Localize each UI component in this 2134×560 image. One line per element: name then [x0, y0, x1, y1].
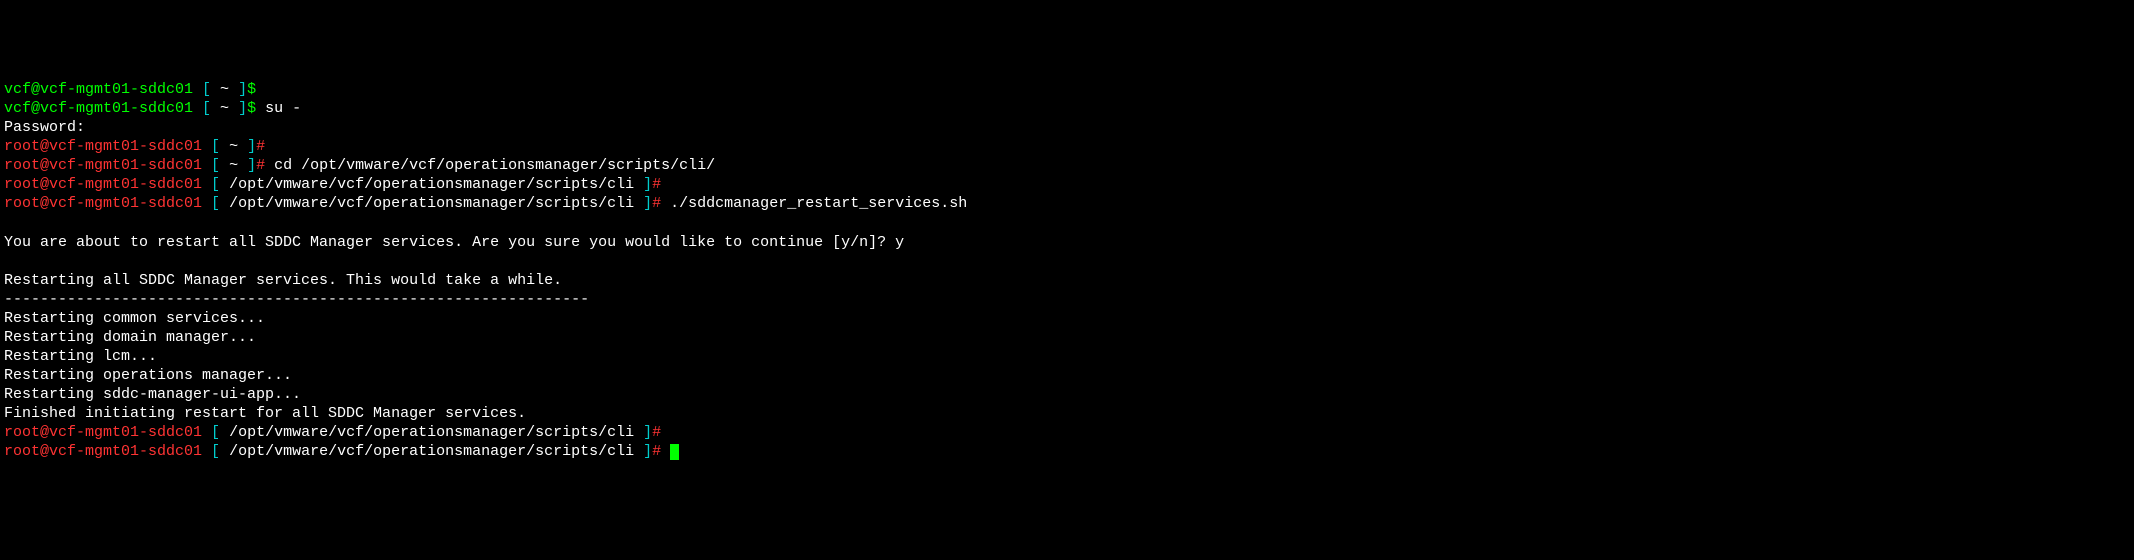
prompt-path: ~	[229, 157, 238, 174]
prompt-bracket: [	[202, 195, 229, 212]
prompt-bracket: [	[193, 100, 220, 117]
prompt-bracket: ]	[238, 157, 256, 174]
prompt-path: /opt/vmware/vcf/operationsmanager/script…	[229, 176, 634, 193]
prompt-bracket: ]	[229, 81, 247, 98]
prompt-symbol: #	[652, 195, 670, 212]
output-line: Restarting domain manager...	[4, 329, 256, 346]
prompt-bracket: [	[202, 443, 229, 460]
prompt-path: ~	[220, 81, 229, 98]
prompt-bracket: [	[202, 424, 229, 441]
prompt-user: root@vcf-mgmt01-sddc01	[4, 138, 202, 155]
prompt-symbol: #	[652, 443, 670, 460]
prompt-symbol: #	[256, 157, 274, 174]
prompt-bracket: ]	[634, 176, 652, 193]
output-line: Restarting all SDDC Manager services. Th…	[4, 272, 562, 289]
prompt-user: vcf@vcf-mgmt01-sddc01	[4, 81, 193, 98]
prompt-bracket: ]	[634, 424, 652, 441]
prompt-path: /opt/vmware/vcf/operationsmanager/script…	[229, 424, 634, 441]
output-line: Restarting sddc-manager-ui-app...	[4, 386, 301, 403]
prompt-path: ~	[220, 100, 229, 117]
terminal-output[interactable]: vcf@vcf-mgmt01-sddc01 [ ~ ]$ vcf@vcf-mgm…	[4, 80, 2130, 461]
output-line: Password:	[4, 119, 85, 136]
prompt-user: root@vcf-mgmt01-sddc01	[4, 176, 202, 193]
prompt-path: /opt/vmware/vcf/operationsmanager/script…	[229, 195, 634, 212]
prompt-bracket: [	[202, 138, 229, 155]
output-line: ----------------------------------------…	[4, 291, 589, 308]
output-line: Restarting common services...	[4, 310, 265, 327]
prompt-bracket: ]	[634, 195, 652, 212]
prompt-bracket: [	[202, 157, 229, 174]
prompt-bracket: ]	[229, 100, 247, 117]
prompt-symbol: #	[256, 138, 265, 155]
prompt-path: /opt/vmware/vcf/operationsmanager/script…	[229, 443, 634, 460]
prompt-user: root@vcf-mgmt01-sddc01	[4, 424, 202, 441]
output-line: Finished initiating restart for all SDDC…	[4, 405, 526, 422]
prompt-bracket: [	[202, 176, 229, 193]
command-text: cd /opt/vmware/vcf/operationsmanager/scr…	[274, 157, 715, 174]
output-line: Restarting lcm...	[4, 348, 157, 365]
prompt-symbol: #	[652, 424, 661, 441]
prompt-user: vcf@vcf-mgmt01-sddc01	[4, 100, 193, 117]
prompt-bracket: [	[193, 81, 220, 98]
output-line: You are about to restart all SDDC Manage…	[4, 234, 904, 251]
prompt-bracket: ]	[238, 138, 256, 155]
prompt-user: root@vcf-mgmt01-sddc01	[4, 195, 202, 212]
prompt-user: root@vcf-mgmt01-sddc01	[4, 443, 202, 460]
prompt-user: root@vcf-mgmt01-sddc01	[4, 157, 202, 174]
command-text: su -	[265, 100, 301, 117]
prompt-symbol: $	[247, 100, 265, 117]
cursor-icon	[670, 444, 679, 460]
command-text: ./sddcmanager_restart_services.sh	[670, 195, 967, 212]
output-line: Restarting operations manager...	[4, 367, 292, 384]
prompt-path: ~	[229, 138, 238, 155]
prompt-symbol: $	[247, 81, 256, 98]
prompt-symbol: #	[652, 176, 661, 193]
prompt-bracket: ]	[634, 443, 652, 460]
